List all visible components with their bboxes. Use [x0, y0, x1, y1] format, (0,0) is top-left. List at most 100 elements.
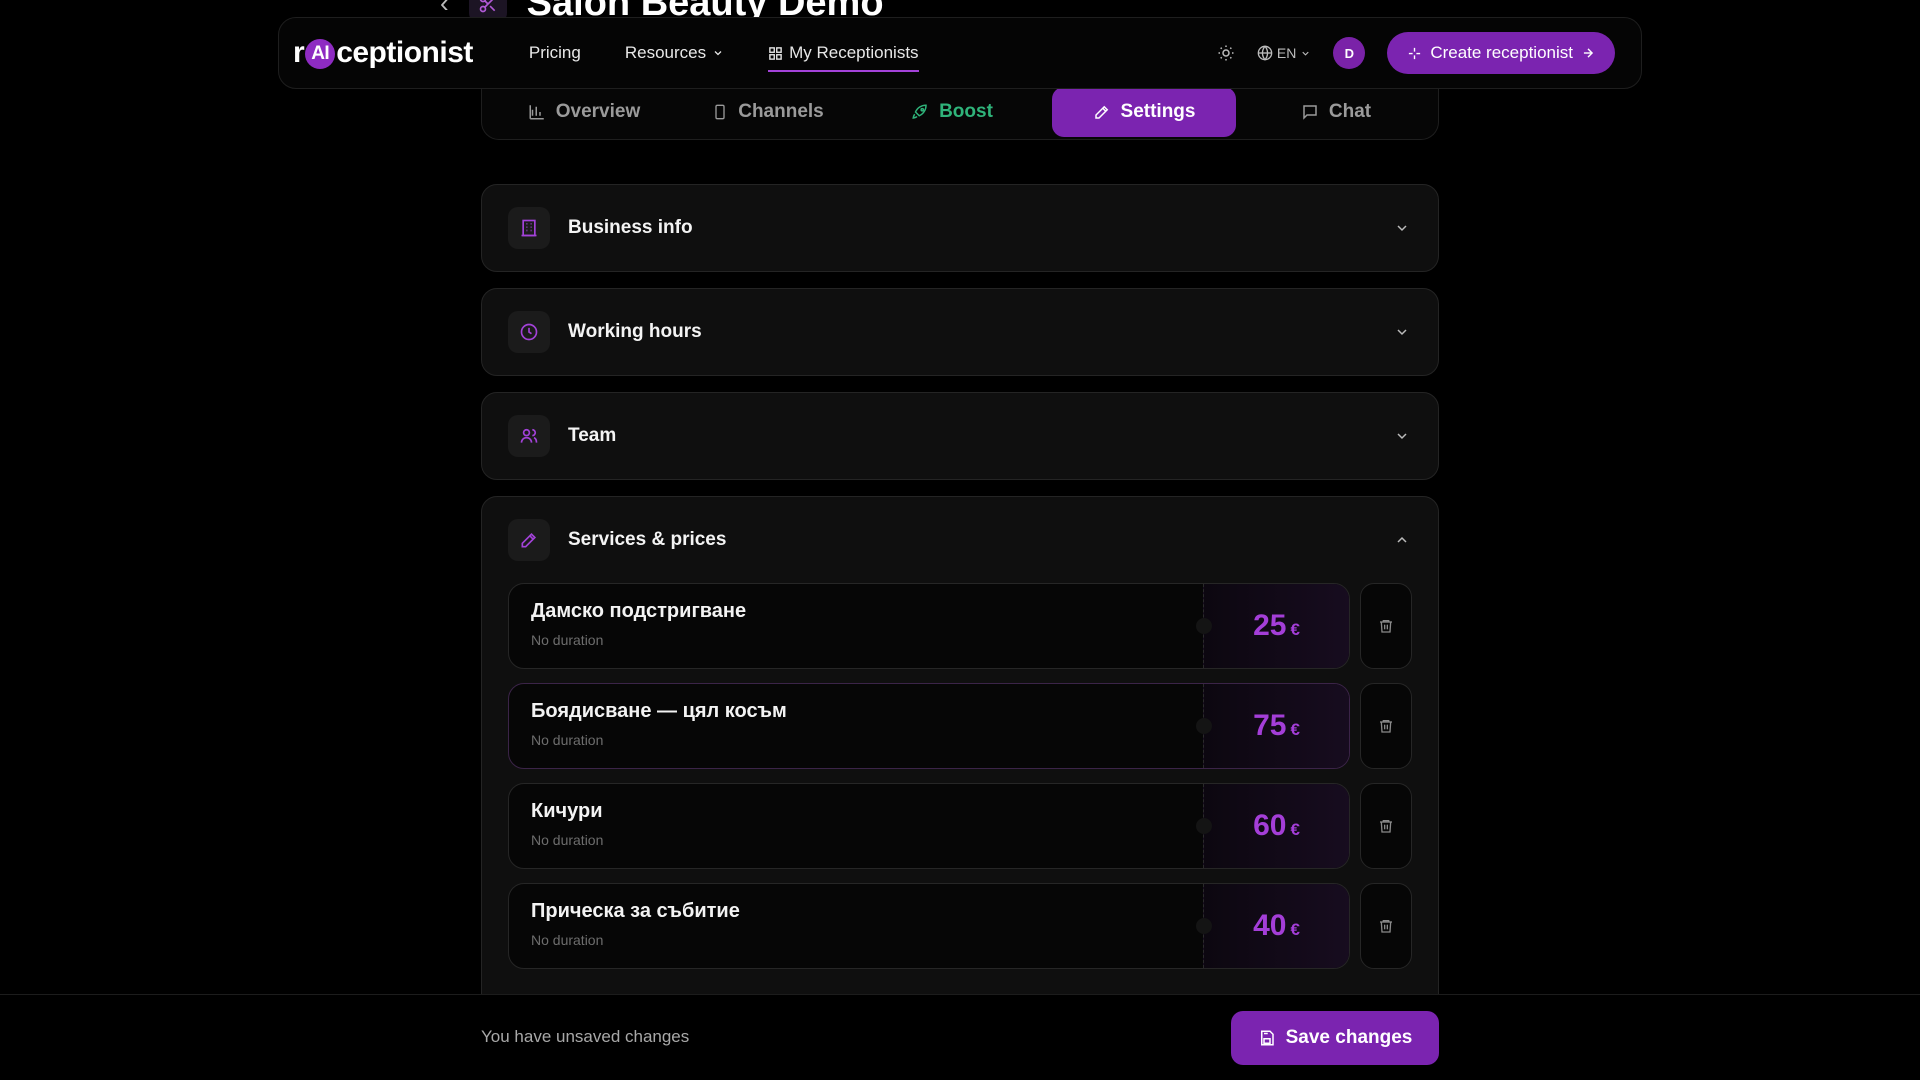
top-navbar: r AI ceptionist Pricing Resources My Recep… — [278, 17, 1642, 89]
language-selector[interactable]: EN — [1257, 45, 1311, 61]
service-info: Кичури No duration — [509, 784, 1203, 868]
nav-link-label: My Receptionists — [789, 43, 919, 62]
save-changes-label: Save changes — [1285, 1027, 1413, 1048]
clock-icon — [508, 311, 550, 353]
theme-toggle-sun-icon[interactable] — [1217, 44, 1235, 62]
chat-icon — [1301, 103, 1319, 121]
section-header[interactable]: Business info — [482, 185, 1438, 271]
rocket-icon — [911, 103, 929, 121]
save-changes-button[interactable]: Save changes — [1231, 1011, 1439, 1065]
service-price[interactable]: 40 € — [1196, 884, 1349, 968]
ticket-notch — [1196, 918, 1212, 934]
save-icon — [1258, 1029, 1276, 1047]
trash-icon — [1378, 917, 1394, 935]
user-avatar[interactable]: D — [1333, 37, 1366, 69]
phone-icon — [712, 103, 728, 121]
service-price[interactable]: 75 € — [1196, 684, 1349, 768]
tab-label: Settings — [1120, 100, 1196, 122]
chevron-down-icon[interactable] — [1394, 324, 1410, 340]
chevron-down-icon — [712, 47, 724, 59]
service-price[interactable]: 60 € — [1196, 784, 1349, 868]
create-receptionist-label: Create receptionist — [1430, 43, 1573, 62]
chevron-down-icon[interactable] — [1394, 428, 1410, 444]
building-icon — [508, 207, 550, 249]
sparkle-icon — [1407, 46, 1422, 61]
nav-link-resources[interactable]: Resources — [625, 43, 724, 63]
trash-icon — [1378, 717, 1394, 735]
tab-boost[interactable]: Boost — [860, 87, 1044, 137]
logo-ai-badge: AI — [305, 39, 336, 69]
nav-link-label: Pricing — [528, 43, 581, 62]
service-info: Прическа за събитие No duration — [509, 884, 1203, 968]
section-header[interactable]: Services & prices — [482, 497, 1438, 583]
ticket-notch — [1196, 818, 1212, 834]
section-title: Working hours — [568, 321, 702, 342]
nav-link-label: Resources — [624, 43, 707, 62]
service-card[interactable]: Прическа за събитие No duration 40 € — [508, 883, 1350, 969]
tab-label: Channels — [738, 100, 824, 122]
service-duration: No duration — [531, 732, 604, 748]
section-working-hours: Working hours — [481, 288, 1439, 376]
price-currency: € — [1290, 720, 1300, 739]
tab-settings[interactable]: Settings — [1052, 86, 1236, 137]
service-duration: No duration — [531, 832, 604, 848]
tab-label: Boost — [939, 100, 993, 122]
tab-overview[interactable]: Overview — [492, 87, 676, 137]
grid-icon — [768, 46, 783, 61]
list-item: Кичури No duration 60 € — [508, 783, 1412, 869]
delete-service-button[interactable] — [1360, 883, 1412, 969]
section-title: Team — [568, 425, 617, 446]
tab-channels[interactable]: Channels — [676, 87, 860, 137]
chevron-down-icon[interactable] — [1394, 220, 1410, 236]
section-business-info: Business info — [481, 184, 1439, 272]
pencil-icon — [508, 519, 550, 561]
service-name[interactable]: Дамско подстригване — [531, 600, 1181, 623]
delete-service-button[interactable] — [1360, 783, 1412, 869]
price-value: 75 — [1253, 709, 1287, 742]
logo-prefix: r — [293, 36, 305, 69]
unsaved-changes-text: You have unsaved changes — [481, 1027, 690, 1046]
delete-service-button[interactable] — [1360, 683, 1412, 769]
ticket-notch — [1196, 618, 1212, 634]
tab-label: Chat — [1328, 100, 1372, 122]
nav-right: EN D Create receptionist — [1217, 32, 1615, 74]
service-card[interactable]: Дамско подстригване No duration 25 € — [508, 583, 1350, 669]
chevron-up-icon[interactable] — [1394, 532, 1410, 548]
unsaved-changes-bar: You have unsaved changes Save changes — [0, 994, 1920, 1080]
service-duration: No duration — [531, 932, 604, 948]
services-list: Дамско подстригване No duration 25 € Боя… — [482, 583, 1438, 969]
price-currency: € — [1290, 820, 1300, 839]
service-name[interactable]: Боядисване — цял косъм — [531, 700, 1181, 723]
users-icon — [508, 415, 550, 457]
tab-chat[interactable]: Chat — [1244, 87, 1428, 137]
price-value: 40 — [1253, 909, 1287, 942]
nav-links: Pricing Resources My Receptionists — [529, 43, 919, 72]
trash-icon — [1378, 817, 1394, 835]
service-price[interactable]: 25 € — [1196, 584, 1349, 668]
bar-chart-icon — [528, 103, 546, 121]
price-value: 25 — [1253, 609, 1287, 642]
section-title: Services & prices — [568, 529, 727, 550]
ticket-notch — [1196, 718, 1212, 734]
nav-link-my-receptionists[interactable]: My Receptionists — [768, 43, 919, 72]
section-team: Team — [481, 392, 1439, 480]
service-card[interactable]: Боядисване — цял косъм No duration 75 € — [508, 683, 1350, 769]
tab-label: Overview — [555, 100, 641, 122]
create-receptionist-button[interactable]: Create receptionist — [1387, 32, 1615, 74]
delete-service-button[interactable] — [1360, 583, 1412, 669]
service-info: Дамско подстригване No duration — [509, 584, 1203, 668]
section-header[interactable]: Team — [482, 393, 1438, 479]
price-currency: € — [1290, 620, 1300, 639]
list-item: Дамско подстригване No duration 25 € — [508, 583, 1412, 669]
nav-link-pricing[interactable]: Pricing — [529, 43, 581, 63]
section-title: Business info — [568, 217, 693, 238]
service-name[interactable]: Прическа за събитие — [531, 900, 1181, 923]
list-item: Прическа за събитие No duration 40 € — [508, 883, 1412, 969]
price-currency: € — [1290, 920, 1300, 939]
service-name[interactable]: Кичури — [531, 800, 1181, 823]
chevron-down-icon — [1300, 48, 1311, 59]
arrow-right-icon — [1581, 46, 1595, 60]
logo[interactable]: r AI ceptionist — [293, 36, 473, 70]
service-card[interactable]: Кичури No duration 60 € — [508, 783, 1350, 869]
section-header[interactable]: Working hours — [482, 289, 1438, 375]
